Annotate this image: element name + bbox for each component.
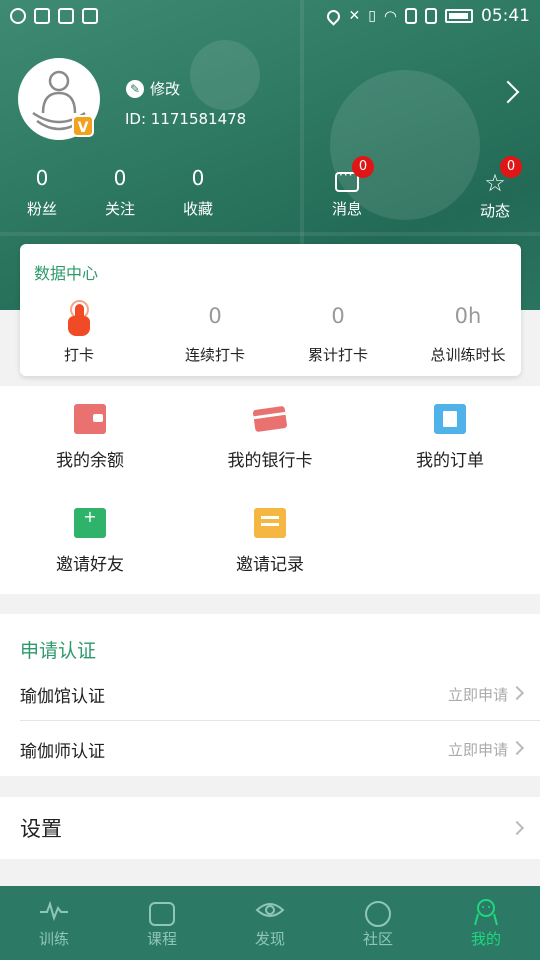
menu-label: 我的银行卡 <box>227 451 313 471</box>
speedometer-icon <box>10 8 26 24</box>
sim2-icon <box>425 8 437 24</box>
tab-label: 课程 <box>146 930 177 948</box>
course-icon <box>108 898 216 928</box>
menu-label: 邀请好友 <box>56 555 124 575</box>
menu-label: 邀请记录 <box>236 555 304 575</box>
following-stat[interactable]: 0 关注 <box>90 166 150 219</box>
menu-item-invite-records[interactable]: 邀请记录 <box>180 508 360 575</box>
tap-hand-icon <box>66 300 92 336</box>
tab-label: 我的 <box>470 930 501 948</box>
edit-label: 修改 <box>150 80 181 98</box>
tab-label: 社区 <box>362 930 393 948</box>
checkin-button[interactable]: 打卡 <box>19 300 139 365</box>
sim-icon <box>405 8 417 24</box>
training-time-stat: 0h 总训练时长 <box>408 304 528 365</box>
total-checkin-label: 累计打卡 <box>307 346 368 364</box>
fans-stat[interactable]: 0 粉丝 <box>12 166 72 219</box>
image-icon <box>82 8 98 24</box>
activity-label: 动态 <box>479 202 510 220</box>
tab-label: 发现 <box>254 930 285 948</box>
status-bar: ✕ ▯ ◠ 05:41 <box>0 0 540 32</box>
bank-card-icon <box>252 405 288 433</box>
menu-label: 我的订单 <box>416 451 484 471</box>
pencil-icon: ✎ <box>126 79 144 98</box>
edit-profile-button[interactable]: ✎ 修改 <box>126 78 180 99</box>
training-time-label: 总训练时长 <box>430 346 506 364</box>
wifi-icon: ◠ <box>383 7 397 25</box>
menu-item-bank-card[interactable]: 我的银行卡 <box>180 404 360 471</box>
bottom-tab-bar: 训练 课程 发现 社区 我的 <box>0 886 540 960</box>
location-icon <box>324 6 344 26</box>
tab-courses[interactable]: 课程 <box>108 886 216 960</box>
chevron-right-icon <box>509 820 525 836</box>
apply-now-link[interactable]: 立即申请 <box>448 739 508 760</box>
training-time-value: 0h <box>454 304 482 328</box>
streak-checkin-stat: 0 连续打卡 <box>155 304 275 365</box>
data-center-card: 数据中心 打卡 0 连续打卡 0 累计打卡 0h 总训练时长 <box>20 244 521 376</box>
mute-icon: ✕ <box>348 8 361 24</box>
certification-section: 申请认证 瑜伽馆认证 立即申请 瑜伽师认证 立即申请 <box>0 614 540 776</box>
invite-friend-icon: + <box>74 508 106 538</box>
vibrate-off-icon: ▯ <box>368 8 376 24</box>
favorites-count: 0 <box>191 166 205 190</box>
streak-checkin-label: 连续打卡 <box>184 346 245 364</box>
community-icon <box>324 898 432 928</box>
row-label: 瑜伽师认证 <box>20 742 105 762</box>
data-center-title: 数据中心 <box>34 264 99 283</box>
checkin-icon-wrap <box>19 300 139 336</box>
pulse-icon <box>0 898 108 928</box>
wallet-icon <box>74 404 106 434</box>
messages-label: 消息 <box>331 200 362 218</box>
row-label: 瑜伽馆认证 <box>20 687 105 707</box>
settings-label: 设置 <box>20 817 62 841</box>
tab-community[interactable]: 社区 <box>324 886 432 960</box>
streak-checkin-value: 0 <box>208 304 222 328</box>
eye-icon <box>216 898 324 928</box>
background-decoration <box>0 232 540 236</box>
shield-icon <box>58 8 74 24</box>
activity-button[interactable]: ☆ 0 动态 <box>465 156 525 221</box>
total-checkin-stat: 0 累计打卡 <box>278 304 398 365</box>
invite-record-icon <box>254 508 286 538</box>
account-menu: 我的余额 我的银行卡 我的订单 + 邀请好友 邀请记录 <box>0 386 540 594</box>
clock: 05:41 <box>481 6 530 26</box>
apply-now-link[interactable]: 立即申请 <box>448 684 508 705</box>
chevron-right-icon <box>509 740 525 756</box>
certification-title: 申请认证 <box>20 640 97 662</box>
total-checkin-value: 0 <box>331 304 345 328</box>
teacher-certification-row[interactable]: 瑜伽师认证 立即申请 <box>0 721 540 775</box>
me-icon <box>432 898 540 928</box>
background-figure <box>190 40 260 110</box>
fans-label: 粉丝 <box>26 200 57 218</box>
tab-label: 训练 <box>38 930 69 948</box>
menu-item-orders[interactable]: 我的订单 <box>360 404 540 471</box>
following-count: 0 <box>113 166 127 190</box>
vip-badge: V <box>72 115 94 137</box>
app-icon <box>34 8 50 24</box>
messages-button[interactable]: 0 消息 <box>317 156 377 219</box>
user-id: ID: 1171581478 <box>125 110 247 128</box>
menu-label: 我的余额 <box>56 451 124 471</box>
tab-me[interactable]: 我的 <box>432 886 540 960</box>
menu-item-balance[interactable]: 我的余额 <box>0 404 180 471</box>
menu-item-invite-friends[interactable]: + 邀请好友 <box>0 508 180 576</box>
favorites-stat[interactable]: 0 收藏 <box>168 166 228 219</box>
battery-icon <box>445 9 473 23</box>
following-label: 关注 <box>104 200 135 218</box>
tab-discover[interactable]: 发现 <box>216 886 324 960</box>
order-icon <box>434 404 466 434</box>
favorites-label: 收藏 <box>182 200 213 218</box>
checkin-label: 打卡 <box>63 346 94 364</box>
chevron-right-icon <box>509 685 525 701</box>
studio-certification-row[interactable]: 瑜伽馆认证 立即申请 <box>0 666 540 720</box>
fans-count: 0 <box>35 166 49 190</box>
activity-badge: 0 <box>500 156 522 178</box>
settings-row[interactable]: 设置 <box>0 797 540 859</box>
tab-training[interactable]: 训练 <box>0 886 108 960</box>
messages-badge: 0 <box>352 156 374 178</box>
